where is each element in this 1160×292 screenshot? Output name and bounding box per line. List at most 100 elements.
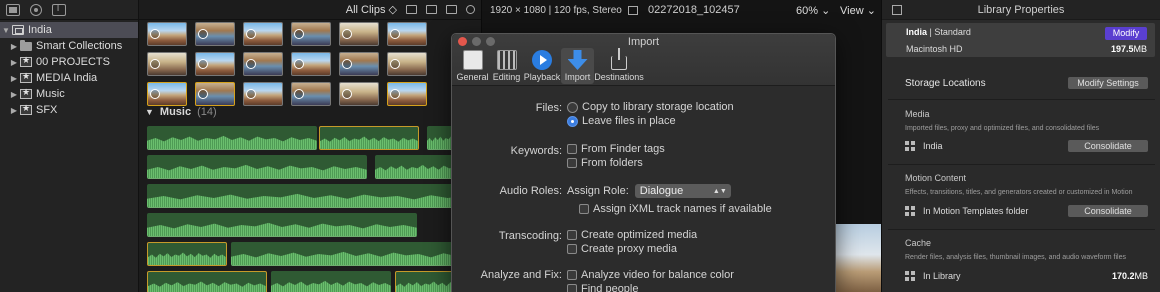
modify-button[interactable]: Modify — [1105, 27, 1147, 40]
tab-destinations[interactable]: Destinations — [594, 48, 644, 84]
sidebar-item-smart-collections[interactable]: ▶ Smart Collections — [0, 38, 138, 54]
view-popup[interactable]: View ⌄ — [840, 4, 876, 17]
library-properties-inspector: Library Properties India | Standard Modi… — [881, 0, 1160, 292]
disclosure-triangle-icon[interactable]: ▼ — [0, 26, 12, 35]
clip-browser: All Clips ◇ ▼ Music (14) — [139, 0, 481, 292]
radio-button[interactable] — [567, 115, 578, 127]
disclosure-triangle-icon[interactable]: ▶ — [8, 90, 20, 99]
disclosure-triangle-icon[interactable]: ▶ — [8, 58, 20, 67]
disclosure-triangle-icon[interactable]: ▶ — [8, 74, 20, 83]
clip-filter-popup[interactable]: All Clips ◇ — [346, 3, 397, 16]
assign-ixml-checkbox[interactable]: Assign iXML track names if available — [579, 203, 772, 215]
clip-thumbnail[interactable] — [339, 82, 379, 106]
consolidate-media-button[interactable]: Consolidate — [1068, 140, 1148, 152]
zoom-popup[interactable]: 60% ⌄ — [796, 4, 830, 17]
disclosure-triangle-icon[interactable]: ▶ — [8, 106, 20, 115]
from-folders-checkbox[interactable]: From folders — [567, 157, 643, 169]
copy-to-library-radio[interactable]: Copy to library storage location — [567, 101, 734, 113]
clip-thumbnail[interactable] — [387, 52, 427, 76]
search-icon[interactable] — [466, 5, 475, 14]
option-label: Find people — [581, 283, 639, 292]
clip-thumbnail[interactable] — [339, 22, 379, 46]
clip-thumbnail[interactable] — [195, 52, 235, 76]
clip-thumbnail[interactable] — [243, 22, 283, 46]
audio-clip-waveform[interactable] — [147, 213, 417, 237]
clip-thumbnail[interactable] — [387, 82, 427, 106]
radio-button[interactable] — [567, 101, 578, 113]
clip-thumbnail[interactable] — [291, 82, 331, 106]
checkbox[interactable] — [567, 158, 577, 168]
event-icon — [20, 103, 32, 115]
clip-thumbnail[interactable] — [387, 22, 427, 46]
sidebar-item-music[interactable]: ▶ Music — [0, 86, 138, 102]
sidebar-item-india[interactable]: ▼ India — [0, 22, 138, 38]
clip-thumbnail[interactable] — [147, 22, 187, 46]
audio-clip-waveform[interactable] — [319, 126, 419, 150]
from-finder-tags-checkbox[interactable]: From Finder tags — [567, 143, 665, 155]
audio-clip-waveform[interactable] — [147, 184, 481, 208]
sidebar-item-sfx[interactable]: ▶ SFX — [0, 102, 138, 118]
clip-thumbnail[interactable] — [147, 82, 187, 106]
tab-playback[interactable]: Playback — [524, 48, 560, 84]
clip-badge-icon — [246, 29, 256, 39]
titles-generators-icon[interactable] — [52, 3, 66, 16]
consolidate-motion-button[interactable]: Consolidate — [1068, 205, 1148, 217]
create-optimized-media-checkbox[interactable]: Create optimized media — [567, 229, 697, 241]
motion-content-location: In Motion Templates folder — [905, 206, 1028, 216]
clip-appearance-icon[interactable] — [406, 5, 417, 14]
audio-clip-waveform[interactable] — [147, 271, 267, 292]
clip-badge-icon — [390, 29, 400, 39]
format-info: 1920 × 1080 | 120 fps, Stereo — [490, 4, 622, 16]
transcoding-label: Transcoding: — [498, 230, 562, 242]
checkbox[interactable] — [579, 204, 589, 214]
analyze-balance-color-checkbox[interactable]: Analyze video for balance color — [567, 269, 734, 281]
checkbox[interactable] — [567, 270, 577, 280]
clip-thumbnail[interactable] — [195, 22, 235, 46]
photos-audio-icon[interactable] — [30, 3, 42, 16]
create-proxy-media-checkbox[interactable]: Create proxy media — [567, 243, 677, 255]
cache-size: 170.2MB — [1112, 271, 1148, 281]
checkbox[interactable] — [567, 230, 577, 240]
tab-editing[interactable]: Editing — [490, 48, 523, 84]
tab-general[interactable]: General — [456, 48, 489, 84]
clip-thumbnail[interactable] — [243, 52, 283, 76]
checkbox[interactable] — [567, 244, 577, 254]
group-count: (14) — [197, 106, 217, 118]
size-unit: MB — [1134, 271, 1149, 281]
disclosure-triangle-icon[interactable]: ▶ — [8, 42, 20, 51]
clip-thumbnail[interactable] — [243, 82, 283, 106]
modify-settings-button[interactable]: Modify Settings — [1068, 77, 1148, 89]
audio-clip-waveform[interactable] — [147, 242, 227, 266]
disclosure-triangle-icon[interactable]: ▼ — [145, 107, 154, 117]
clip-badge-icon — [150, 59, 160, 69]
dialog-titlebar: Import General Editing Playback Import D… — [452, 34, 835, 86]
clip-thumbnail[interactable] — [339, 52, 379, 76]
volume-name: Macintosh HD — [906, 44, 963, 54]
leave-files-in-place-radio[interactable]: Leave files in place — [567, 115, 676, 127]
divider — [888, 99, 1155, 100]
find-people-checkbox[interactable]: Find people — [567, 283, 639, 292]
clip-thumbnail[interactable] — [195, 82, 235, 106]
audio-clip-waveform[interactable] — [231, 242, 481, 266]
clip-thumbnail[interactable] — [291, 52, 331, 76]
audio-clip-waveform[interactable] — [271, 271, 391, 292]
audio-clip-waveform[interactable] — [147, 155, 367, 179]
sidebar-toolbar — [0, 0, 138, 20]
folder-icon — [20, 39, 32, 51]
list-view-icon[interactable] — [426, 5, 437, 14]
import-settings: Files: Copy to library storage location … — [452, 87, 835, 292]
volume-size: 197.5MB — [1111, 44, 1147, 54]
audio-clip-waveform[interactable] — [147, 126, 317, 150]
libraries-icon[interactable] — [6, 3, 20, 16]
sidebar-item-00-projects[interactable]: ▶ 00 PROJECTS — [0, 54, 138, 70]
filmstrip-view-icon[interactable] — [446, 5, 457, 14]
tab-import[interactable]: Import — [561, 48, 594, 84]
music-group-header[interactable]: ▼ Music (14) — [145, 106, 217, 118]
clip-thumbnail[interactable] — [147, 52, 187, 76]
checkbox[interactable] — [567, 144, 577, 154]
checkbox[interactable] — [567, 284, 577, 292]
sidebar-item-media-india[interactable]: ▶ MEDIA India — [0, 70, 138, 86]
assign-role-popup[interactable]: Dialogue ▲▼ — [634, 184, 731, 198]
clip-thumbnail[interactable] — [291, 22, 331, 46]
cache-description: Render files, analysis files, thumbnail … — [905, 254, 1126, 261]
